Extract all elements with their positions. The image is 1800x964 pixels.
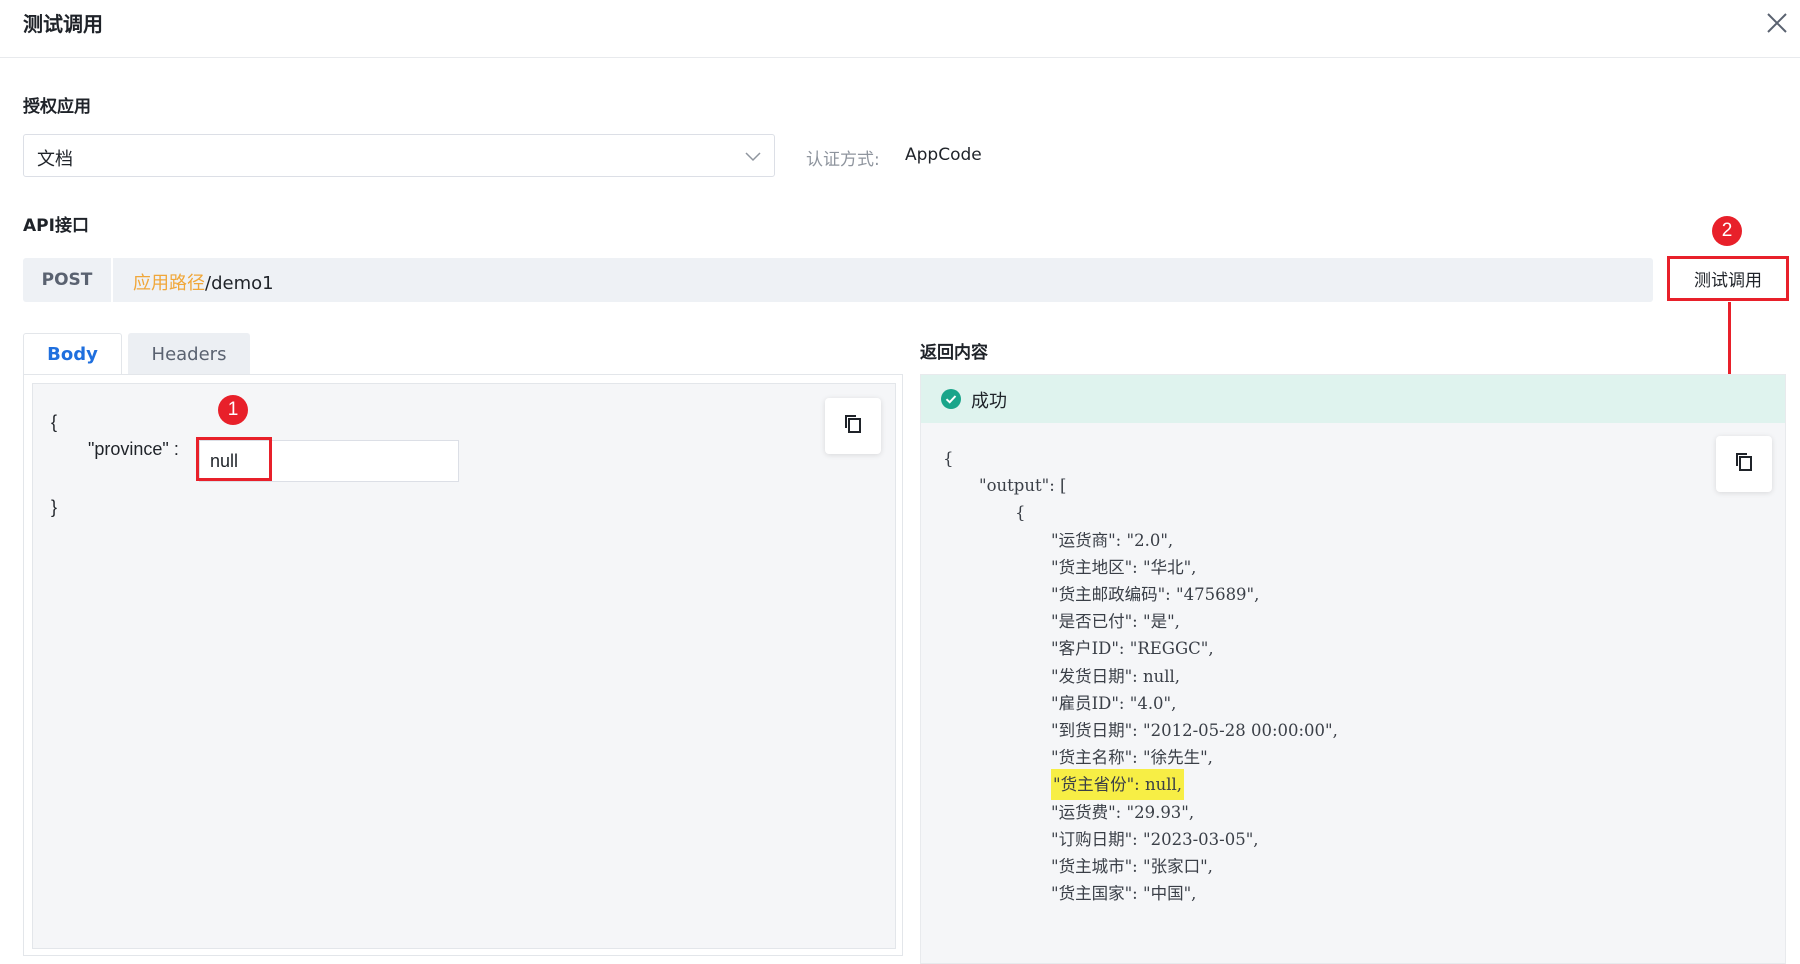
province-input[interactable] bbox=[199, 440, 459, 482]
copy-icon bbox=[842, 413, 864, 439]
tab-body[interactable]: Body bbox=[23, 333, 122, 375]
test-call-button[interactable]: 测试调用 bbox=[1667, 256, 1789, 301]
copy-body-button[interactable] bbox=[825, 398, 881, 454]
api-endpoint-bar: POST 应用路径/demo1 bbox=[23, 258, 1653, 302]
auth-method-label: 认证方式: bbox=[806, 150, 880, 170]
annotation-badge-1: 1 bbox=[218, 395, 248, 425]
api-path-variable: 应用路径 bbox=[133, 273, 205, 294]
status-text: 成功 bbox=[971, 391, 1007, 412]
authorized-app-value: 文档 bbox=[37, 149, 73, 170]
api-path-suffix: /demo1 bbox=[205, 273, 274, 294]
json-line: { bbox=[943, 449, 954, 468]
json-line: "货主国家": "中国", bbox=[1051, 884, 1197, 904]
open-brace: { bbox=[51, 412, 58, 432]
dialog-title: 测试调用 bbox=[23, 12, 103, 36]
response-panel: 成功 {"output": [{"运货商": "2.0", "货主地区": "华北… bbox=[920, 374, 1786, 964]
request-body-panel: { "province" : } bbox=[23, 374, 903, 956]
close-icon[interactable] bbox=[1762, 8, 1792, 38]
close-brace: } bbox=[51, 497, 58, 517]
param-key: "province" : bbox=[88, 439, 179, 459]
request-body-editor: { "province" : } bbox=[32, 383, 896, 949]
api-label: API接口 bbox=[23, 216, 89, 236]
annotation-badge-2: 2 bbox=[1712, 216, 1742, 246]
chevron-down-icon bbox=[744, 147, 762, 165]
tab-headers[interactable]: Headers bbox=[128, 333, 250, 375]
json-line: { bbox=[1015, 503, 1026, 523]
copy-icon bbox=[1733, 451, 1755, 477]
authorized-app-select[interactable]: 文档 bbox=[23, 134, 775, 177]
status-bar: 成功 bbox=[921, 375, 1785, 423]
response-label: 返回内容 bbox=[920, 343, 988, 363]
auth-method-value: AppCode bbox=[905, 145, 982, 165]
authorized-app-label: 授权应用 bbox=[23, 97, 91, 117]
dialog-header: 测试调用 bbox=[0, 0, 1800, 58]
http-method: POST bbox=[23, 258, 113, 302]
copy-response-button[interactable] bbox=[1716, 436, 1772, 492]
api-path: 应用路径/demo1 bbox=[133, 269, 274, 295]
success-check-icon bbox=[941, 389, 961, 409]
